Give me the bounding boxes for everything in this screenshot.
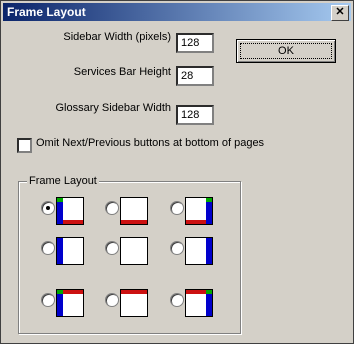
services-bar-preview <box>121 290 147 294</box>
frame-layout-radio-2[interactable] <box>105 201 119 215</box>
corner-preview <box>206 290 212 294</box>
services-bar-height-input[interactable] <box>176 66 214 86</box>
ok-button-label: OK <box>278 45 294 57</box>
corner-preview <box>57 290 63 294</box>
omit-nav-checkbox[interactable] <box>17 138 32 153</box>
corner-preview <box>206 198 212 202</box>
frame-layout-preview-8 <box>120 289 148 317</box>
frame-layout-radio-5[interactable] <box>105 241 119 255</box>
glossary-preview <box>206 238 212 264</box>
ok-button[interactable]: OK <box>236 39 336 63</box>
frame-layout-preview-5 <box>120 237 148 265</box>
dialog-title: Frame Layout <box>7 5 86 19</box>
sidebar-width-input[interactable] <box>176 33 214 53</box>
frame-layout-group-label: Frame Layout <box>27 175 99 187</box>
frame-layout-preview-9 <box>185 289 213 317</box>
frame-layout-radio-3[interactable] <box>170 201 184 215</box>
frame-layout-radio-1[interactable] <box>41 201 55 215</box>
sidebar-width-label: Sidebar Width (pixels) <box>63 31 171 43</box>
glossary-sidebar-width-input[interactable] <box>176 105 214 125</box>
frame-layout-dialog: Frame Layout ✕ Sidebar Width (pixels) Se… <box>0 0 354 344</box>
frame-layout-preview-7 <box>56 289 84 317</box>
title-bar: Frame Layout ✕ <box>3 3 351 21</box>
corner-preview <box>57 198 63 202</box>
omit-nav-checkbox-label: Omit Next/Previous buttons at bottom of … <box>36 137 265 149</box>
frame-layout-radio-9[interactable] <box>170 293 184 307</box>
glossary-sidebar-width-label: Glossary Sidebar Width <box>55 102 171 114</box>
frame-layout-preview-3 <box>185 197 213 225</box>
frame-layout-preview-4 <box>56 237 84 265</box>
sidebar-preview <box>57 238 63 264</box>
frame-layout-radio-7[interactable] <box>41 293 55 307</box>
services-bar-preview <box>121 220 147 224</box>
frame-layout-preview-1 <box>56 197 84 225</box>
frame-layout-radio-8[interactable] <box>105 293 119 307</box>
frame-layout-radio-4[interactable] <box>41 241 55 255</box>
close-button[interactable]: ✕ <box>331 5 349 21</box>
frame-layout-preview-2 <box>120 197 148 225</box>
radio-selected-dot <box>46 206 50 210</box>
frame-layout-preview-6 <box>185 237 213 265</box>
services-bar-height-label: Services Bar Height <box>73 66 171 78</box>
frame-layout-radio-6[interactable] <box>170 241 184 255</box>
